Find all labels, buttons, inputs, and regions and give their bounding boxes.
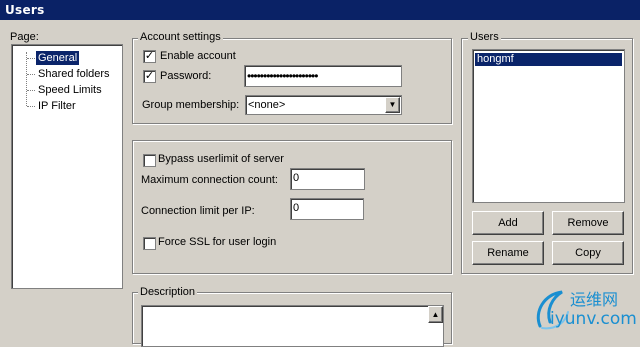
connection-per-ip-input[interactable]: 0 xyxy=(290,198,364,220)
tree-line xyxy=(27,90,35,91)
watermark-cn: 运维网 xyxy=(570,290,619,309)
description-legend: Description xyxy=(138,286,198,298)
users-list[interactable]: hongmf xyxy=(472,49,625,203)
enable-account-label: Enable account xyxy=(160,50,236,62)
group-membership-label: Group membership: xyxy=(142,99,240,111)
enable-account-checkbox[interactable]: ✓ xyxy=(143,50,156,63)
force-ssl-label: Force SSL for user login xyxy=(158,236,277,248)
force-ssl-checkbox[interactable] xyxy=(143,237,156,250)
tree-line xyxy=(26,52,27,106)
group-membership-value: <none> xyxy=(248,99,286,111)
dropdown-arrow-icon[interactable]: ▼ xyxy=(385,97,400,113)
password-field[interactable]: •••••••••••••••••••••• xyxy=(244,65,402,87)
window-title: Users xyxy=(5,3,45,17)
password-label: Password: xyxy=(160,70,212,82)
connection-per-ip-label: Connection limit per IP: xyxy=(141,205,255,217)
users-legend: Users xyxy=(468,31,501,43)
bypass-userlimit-checkbox[interactable] xyxy=(143,154,156,167)
title-bar: Users xyxy=(0,0,640,20)
page-label: Page: xyxy=(10,31,39,43)
tree-item-speed-limits[interactable]: Speed Limits xyxy=(38,83,102,97)
group-membership-select[interactable]: <none> ▼ xyxy=(245,95,402,115)
tree-item-shared-folders[interactable]: Shared folders xyxy=(38,67,110,81)
remove-user-button[interactable]: Remove xyxy=(552,211,624,235)
max-connection-label: Maximum connection count: xyxy=(141,174,278,186)
add-user-button[interactable]: Add xyxy=(472,211,544,235)
rename-user-button[interactable]: Rename xyxy=(472,241,544,265)
scroll-up-icon[interactable]: ▲ xyxy=(428,306,443,323)
tree-line xyxy=(27,58,35,59)
user-list-item[interactable]: hongmf xyxy=(475,53,622,66)
password-checkbox[interactable]: ✓ xyxy=(143,70,156,83)
watermark-logo: 运维网 iyunv.com xyxy=(532,282,637,332)
tree-item-general[interactable]: General xyxy=(36,51,80,65)
bypass-userlimit-label: Bypass userlimit of server xyxy=(158,153,284,165)
account-settings-legend: Account settings xyxy=(138,31,223,43)
copy-user-button[interactable]: Copy xyxy=(552,241,624,265)
tree-line xyxy=(27,106,35,107)
watermark-url: iyunv.com xyxy=(550,309,637,329)
tree-item-ip-filter[interactable]: IP Filter xyxy=(38,99,76,113)
page-tree[interactable]: General Shared folders Speed Limits IP F… xyxy=(11,44,123,289)
tree-line xyxy=(27,74,35,75)
description-textarea[interactable]: ▲ xyxy=(141,305,444,347)
max-connection-input[interactable]: 0 xyxy=(290,168,365,190)
